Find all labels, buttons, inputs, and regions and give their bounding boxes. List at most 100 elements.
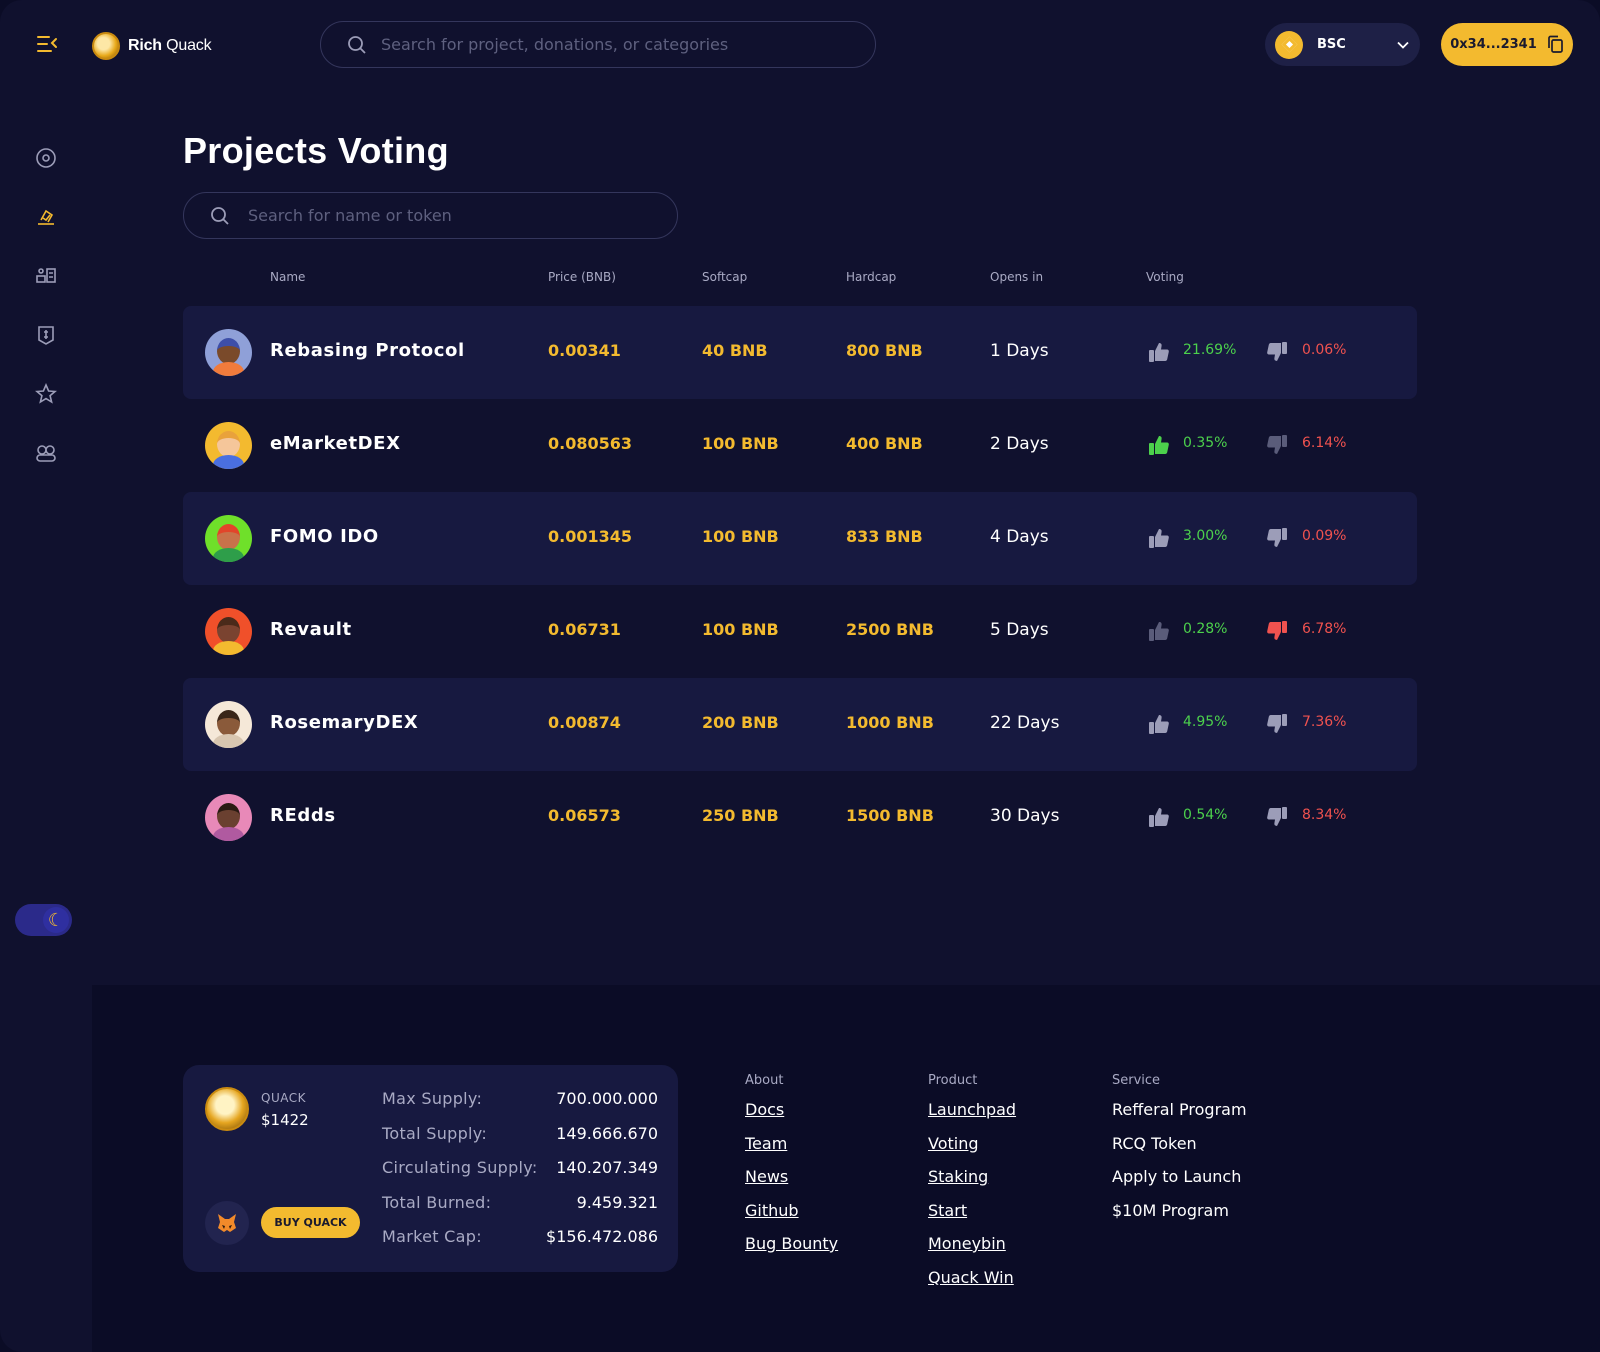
project-name: Rebasing Protocol bbox=[270, 340, 465, 361]
project-price: 0.00341 bbox=[548, 341, 621, 360]
stat-row: Total Supply: 149.666.670 bbox=[382, 1123, 658, 1143]
upvote-percent: 0.54% bbox=[1183, 807, 1228, 823]
project-opens-in: 30 Days bbox=[990, 806, 1060, 826]
footer-link-start[interactable]: Start bbox=[928, 1201, 1016, 1235]
column-header-voting: Voting bbox=[1146, 270, 1184, 284]
footer-link-staking[interactable]: Staking bbox=[928, 1167, 1016, 1201]
project-avatar bbox=[205, 329, 252, 376]
footer-product-title: Product bbox=[928, 1073, 978, 1088]
network-selector[interactable]: BSC bbox=[1265, 23, 1420, 66]
brand[interactable]: Rich Quack bbox=[92, 32, 212, 60]
footer-link-quack-win[interactable]: Quack Win bbox=[928, 1268, 1016, 1302]
project-name: REdds bbox=[270, 805, 336, 826]
table-row[interactable]: REdds 0.06573 250 BNB 1500 BNB 30 Days 0… bbox=[183, 771, 1417, 864]
project-name: FOMO IDO bbox=[270, 526, 379, 547]
footer-link-moneybin[interactable]: Moneybin bbox=[928, 1234, 1016, 1268]
thumbs-down-icon[interactable] bbox=[1266, 341, 1288, 363]
project-opens-in: 5 Days bbox=[990, 620, 1049, 640]
footer-link-launchpad[interactable]: Launchpad bbox=[928, 1100, 1016, 1134]
token-card: QUACK $1422 BUY QUACK Max Supply: 700.000… bbox=[183, 1065, 678, 1272]
global-search-input[interactable] bbox=[381, 35, 841, 54]
footer-link-news[interactable]: News bbox=[745, 1167, 838, 1201]
thumbs-up-icon[interactable] bbox=[1148, 341, 1170, 363]
project-opens-in: 22 Days bbox=[990, 713, 1060, 733]
upvote-percent: 0.28% bbox=[1183, 621, 1228, 637]
quack-token-icon bbox=[205, 1087, 249, 1131]
footer-product: Product Launchpad Voting Staking Start M… bbox=[928, 1073, 1016, 1301]
theme-toggle[interactable]: ☾ bbox=[15, 904, 72, 936]
project-hardcap: 400 BNB bbox=[846, 434, 923, 453]
thumbs-down-icon[interactable] bbox=[1266, 527, 1288, 549]
search-icon bbox=[348, 35, 366, 54]
project-avatar bbox=[205, 701, 252, 748]
project-price: 0.00874 bbox=[548, 713, 621, 732]
thumbs-down-icon[interactable] bbox=[1266, 806, 1288, 828]
table-row[interactable]: FOMO IDO 0.001345 100 BNB 833 BNB 4 Days… bbox=[183, 492, 1417, 585]
table-row[interactable]: Rebasing Protocol 0.00341 40 BNB 800 BNB… bbox=[183, 306, 1417, 399]
stat-row: Max Supply: 700.000.000 bbox=[382, 1089, 658, 1108]
token-stats: Max Supply: 700.000.000 Total Supply: 149.… bbox=[382, 1089, 658, 1262]
upvote-percent: 21.69% bbox=[1183, 342, 1237, 358]
footer-link-rcq-token[interactable]: RCQ Token bbox=[1112, 1134, 1247, 1168]
project-name: Revault bbox=[270, 619, 352, 640]
downvote-percent: 7.36% bbox=[1302, 714, 1347, 730]
menu-collapse-icon[interactable] bbox=[36, 34, 58, 54]
dashboard-icon[interactable] bbox=[35, 147, 57, 169]
voting-icon[interactable] bbox=[35, 206, 57, 228]
stat-row: Market Cap: $156.472.086 bbox=[382, 1227, 658, 1246]
table-row[interactable]: RosemaryDEX 0.00874 200 BNB 1000 BNB 22 … bbox=[183, 678, 1417, 771]
sidebar: ☾ bbox=[0, 0, 92, 1352]
upvote-percent: 0.35% bbox=[1183, 435, 1228, 451]
project-hardcap: 1000 BNB bbox=[846, 713, 934, 732]
thumbs-down-icon[interactable] bbox=[1266, 434, 1288, 456]
footer-link-bug-bounty[interactable]: Bug Bounty bbox=[745, 1234, 838, 1268]
staking-icon[interactable] bbox=[35, 324, 57, 346]
thumbs-up-icon[interactable] bbox=[1148, 620, 1170, 642]
thumbs-up-icon[interactable] bbox=[1148, 527, 1170, 549]
project-avatar bbox=[205, 608, 252, 655]
project-search-input[interactable] bbox=[248, 206, 628, 225]
buy-quack-button[interactable]: BUY QUACK bbox=[261, 1207, 360, 1238]
footer-link-apply[interactable]: Apply to Launch bbox=[1112, 1167, 1247, 1201]
footer-link-github[interactable]: Github bbox=[745, 1201, 838, 1235]
downvote-percent: 6.78% bbox=[1302, 621, 1347, 637]
table-row[interactable]: eMarketDEX 0.080563 100 BNB 400 BNB 2 Da… bbox=[183, 399, 1417, 492]
table-header: Name Price (BNB) Softcap Hardcap Opens i… bbox=[183, 270, 1417, 290]
thumbs-up-icon[interactable] bbox=[1148, 434, 1170, 456]
projects-table: Rebasing Protocol 0.00341 40 BNB 800 BNB… bbox=[183, 306, 1417, 864]
project-search bbox=[183, 192, 678, 239]
footer-service: Service Refferal Program RCQ Token Apply… bbox=[1112, 1073, 1247, 1234]
thumbs-down-icon[interactable] bbox=[1266, 713, 1288, 735]
column-header-softcap: Softcap bbox=[702, 270, 748, 284]
project-price: 0.080563 bbox=[548, 434, 633, 453]
footer-link-voting[interactable]: Voting bbox=[928, 1134, 1016, 1168]
footer-link-team[interactable]: Team bbox=[745, 1134, 838, 1168]
thumbs-down-icon[interactable] bbox=[1266, 620, 1288, 642]
community-icon[interactable] bbox=[35, 442, 57, 464]
page-title: Projects Voting bbox=[183, 130, 449, 171]
stat-row: Circulating Supply: 140.207.349 bbox=[382, 1158, 658, 1177]
footer-link-docs[interactable]: Docs bbox=[745, 1100, 838, 1134]
metamask-fox-icon[interactable] bbox=[205, 1201, 249, 1245]
launchpad-icon[interactable] bbox=[35, 265, 57, 287]
thumbs-up-icon[interactable] bbox=[1148, 806, 1170, 828]
footer-service-title: Service bbox=[1112, 1073, 1161, 1088]
column-header-name: Name bbox=[270, 270, 306, 284]
footer-link-10m-program[interactable]: $10M Program bbox=[1112, 1201, 1247, 1235]
column-header-hardcap: Hardcap bbox=[846, 270, 897, 284]
copy-icon[interactable] bbox=[1547, 35, 1564, 54]
favorites-icon[interactable] bbox=[35, 383, 57, 405]
app-frame: ☾ Rich Quack BSC 0x34...2341 Projects Vo… bbox=[0, 0, 1600, 1352]
upvote-percent: 4.95% bbox=[1183, 714, 1228, 730]
network-name: BSC bbox=[1317, 37, 1346, 52]
footer-link-referral[interactable]: Refferal Program bbox=[1112, 1100, 1247, 1134]
project-hardcap: 1500 BNB bbox=[846, 806, 934, 825]
downvote-percent: 0.06% bbox=[1302, 342, 1347, 358]
project-softcap: 100 BNB bbox=[702, 620, 779, 639]
project-avatar bbox=[205, 515, 252, 562]
thumbs-up-icon[interactable] bbox=[1148, 713, 1170, 735]
token-price: $1422 bbox=[261, 1111, 309, 1129]
wallet-button[interactable]: 0x34...2341 bbox=[1441, 23, 1573, 66]
table-row[interactable]: Revault 0.06731 100 BNB 2500 BNB 5 Days … bbox=[183, 585, 1417, 678]
project-opens-in: 1 Days bbox=[990, 341, 1049, 361]
